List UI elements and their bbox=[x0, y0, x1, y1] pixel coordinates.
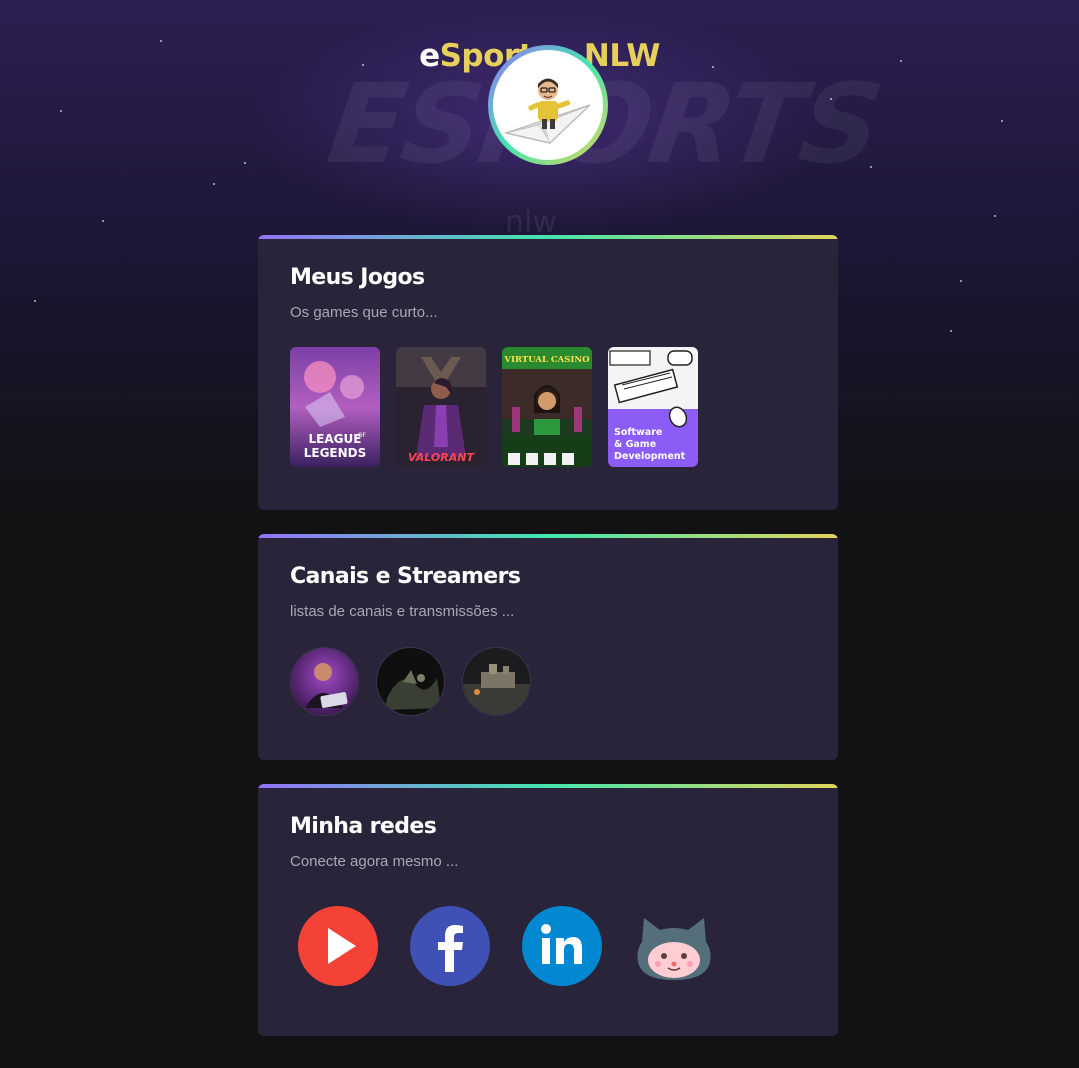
game-software-development[interactable]: Software & Game Development bbox=[608, 347, 698, 467]
game-league-of-legends[interactable]: LEAGUE OF LEGENDS bbox=[290, 347, 380, 467]
socials-list bbox=[290, 906, 806, 986]
youtube-icon bbox=[298, 906, 378, 986]
socials-subtitle: Conecte agora mesmo ... bbox=[290, 853, 459, 870]
streamers-title: Canais e Streamers bbox=[290, 564, 521, 589]
svg-text:Software: Software bbox=[614, 427, 662, 438]
profile-avatar bbox=[488, 45, 608, 165]
streamer-avatar-1[interactable] bbox=[290, 647, 359, 716]
games-card: Meus Jogos Os games que curto... LEAGUE … bbox=[258, 235, 838, 510]
games-title: Meus Jogos bbox=[290, 265, 425, 290]
socials-title: Minha redes bbox=[290, 814, 437, 839]
facebook-link[interactable] bbox=[410, 906, 490, 986]
svg-text:Development: Development bbox=[614, 451, 686, 462]
games-subtitle: Os games que curto... bbox=[290, 304, 438, 321]
game-virtual-casino[interactable]: VIRTUAL CASINO bbox=[502, 347, 592, 467]
svg-text:VALORANT: VALORANT bbox=[408, 451, 475, 464]
games-list: LEAGUE OF LEGENDS VALORANT VIRTUAL CASIN… bbox=[290, 347, 806, 467]
linkedin-link[interactable] bbox=[522, 906, 602, 986]
github-icon bbox=[637, 918, 711, 980]
streamer-avatar-2[interactable] bbox=[376, 647, 445, 716]
svg-text:& Game: & Game bbox=[614, 439, 656, 450]
svg-text:VIRTUAL CASINO: VIRTUAL CASINO bbox=[503, 355, 590, 365]
facebook-icon bbox=[410, 906, 490, 986]
streamers-subtitle: listas de canais e transmissões ... bbox=[290, 603, 515, 620]
youtube-link[interactable] bbox=[298, 906, 378, 986]
streamers-card: Canais e Streamers listas de canais e tr… bbox=[258, 534, 838, 760]
socials-card: Minha redes Conecte agora mesmo ... bbox=[258, 784, 838, 1036]
svg-text:OF: OF bbox=[358, 432, 367, 439]
github-link[interactable] bbox=[634, 906, 714, 986]
game-valorant[interactable]: VALORANT bbox=[396, 347, 486, 467]
linkedin-icon bbox=[522, 906, 602, 986]
streamer-avatar-3[interactable] bbox=[462, 647, 531, 716]
streamers-list bbox=[290, 647, 806, 716]
svg-text:LEGENDS: LEGENDS bbox=[304, 446, 367, 460]
svg-text:LEAGUE: LEAGUE bbox=[309, 432, 362, 446]
bitmoji-paper-plane-icon bbox=[503, 78, 591, 144]
